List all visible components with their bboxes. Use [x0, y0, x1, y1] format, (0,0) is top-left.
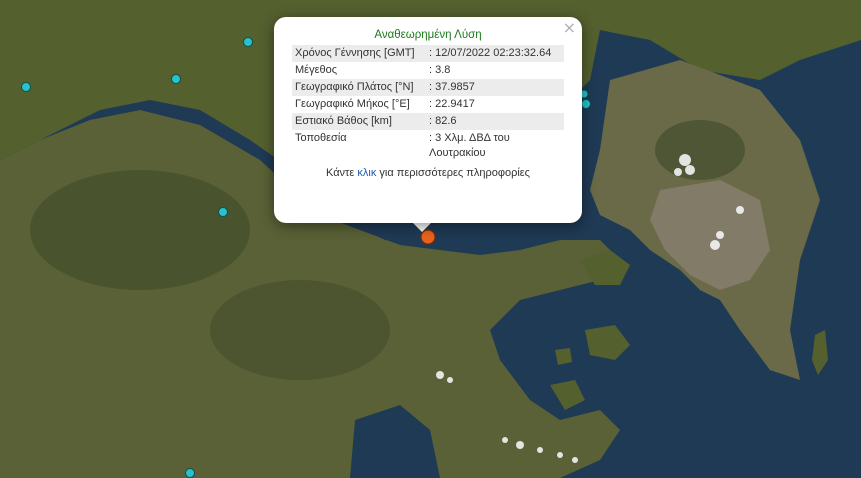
station-marker[interactable] — [185, 468, 195, 478]
mountain-range — [210, 280, 390, 380]
popup-title: Αναθεωρημένη Λύση — [374, 29, 482, 41]
row-value: : 22.9417 — [426, 96, 564, 113]
epicenter-marker[interactable] — [420, 229, 436, 245]
close-icon[interactable]: × — [563, 20, 576, 36]
station-marker[interactable] — [218, 207, 228, 217]
row-value: : 12/07/2022 02:23:32.64 — [426, 45, 564, 62]
table-row: Τοποθεσία : 3 Χλμ. ΔΒΔ του Λουτρακίου — [292, 130, 564, 162]
station-marker[interactable] — [581, 99, 591, 109]
mountain-range — [655, 120, 745, 180]
row-label: Γεωγραφικό Μήκος [°E] — [292, 96, 426, 113]
row-label: Χρόνος Γέννησης [GMT] — [292, 45, 426, 62]
table-row: Μέγεθος : 3.8 — [292, 62, 564, 79]
row-label: Γεωγραφικό Πλάτος [°N] — [292, 79, 426, 96]
table-row: Χρόνος Γέννησης [GMT] : 12/07/2022 02:23… — [292, 45, 564, 62]
row-value: : 82.6 — [426, 113, 564, 130]
earthquake-info-table: Χρόνος Γέννησης [GMT] : 12/07/2022 02:23… — [292, 45, 564, 162]
row-label: Τοποθεσία — [292, 130, 426, 162]
table-row: Εστιακό Βάθος [km] : 82.6 — [292, 113, 564, 130]
popup-footer: Κάντε κλικ για περισσότερες πληροφορίες — [292, 167, 564, 179]
station-marker[interactable] — [171, 74, 181, 84]
row-value: : 3 Χλμ. ΔΒΔ του Λουτρακίου — [426, 130, 564, 162]
footer-text: Κάντε — [326, 167, 358, 179]
station-marker[interactable] — [21, 82, 31, 92]
table-row: Γεωγραφικό Πλάτος [°N] : 37.9857 — [292, 79, 564, 96]
station-marker[interactable] — [243, 37, 253, 47]
row-label: Εστιακό Βάθος [km] — [292, 113, 426, 130]
footer-text: για περισσότερες πληροφορίες — [376, 167, 530, 179]
more-info-link[interactable]: κλικ — [357, 167, 376, 179]
row-label: Μέγεθος — [292, 62, 426, 79]
table-row: Γεωγραφικό Μήκος [°E] : 22.9417 — [292, 96, 564, 113]
earthquake-popup: × Αναθεωρημένη Λύση Χρόνος Γέννησης [GMT… — [274, 17, 582, 223]
row-value: : 3.8 — [426, 62, 564, 79]
mountain-range — [30, 170, 250, 290]
popup-tip — [412, 222, 432, 232]
island-small — [555, 348, 572, 365]
row-value: : 37.9857 — [426, 79, 564, 96]
